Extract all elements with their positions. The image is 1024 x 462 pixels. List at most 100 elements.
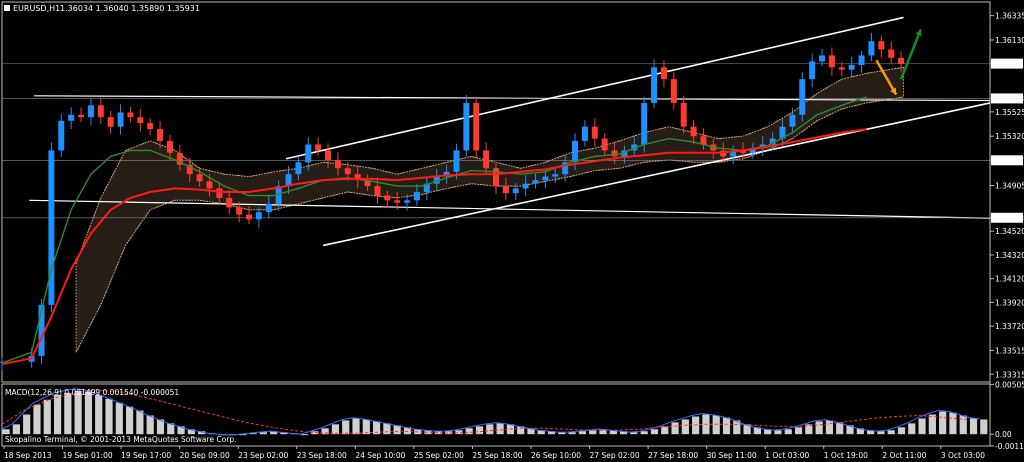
- candle-body: [413, 192, 420, 201]
- macd-histogram-bar: [136, 410, 144, 435]
- time-tick-label: 27 Sep 02:00: [590, 451, 640, 460]
- candle-body: [236, 207, 243, 215]
- candle-body: [315, 144, 322, 151]
- macd-histogram-bar: [784, 429, 792, 435]
- macd-histogram-bar: [486, 424, 494, 435]
- price-tag-label: 1.34633: [993, 214, 1024, 223]
- symbol-marker-icon: [4, 5, 10, 11]
- macd-histogram-bar: [300, 434, 309, 436]
- candle-body: [641, 102, 648, 145]
- macd-histogram-bar: [722, 417, 731, 435]
- macd-histogram-bar: [980, 419, 988, 435]
- candle-body: [690, 126, 697, 137]
- candle-body: [127, 112, 134, 118]
- time-tick-label: 1 Oct 19:00: [824, 451, 868, 460]
- macd-histogram-bar: [578, 431, 587, 435]
- macd-histogram-bar: [383, 423, 391, 435]
- candle-body: [898, 57, 905, 64]
- macd-histogram-bar: [681, 419, 689, 435]
- candle-body: [493, 168, 499, 187]
- candle-body: [147, 123, 154, 130]
- macd-tick-label: -0.001187: [995, 442, 1024, 451]
- candle-body: [87, 105, 94, 118]
- macd-histogram-bar: [74, 390, 82, 435]
- candle-body: [325, 150, 332, 160]
- time-tick-label: 19 Sep 01:00: [63, 451, 113, 460]
- macd-histogram-bar: [692, 416, 700, 435]
- candle-body: [295, 162, 302, 175]
- candle-body: [848, 64, 855, 70]
- macd-histogram-bar: [342, 420, 350, 435]
- macd-histogram-bar: [774, 430, 782, 435]
- candle-body: [651, 67, 658, 103]
- macd-histogram-bar: [825, 420, 834, 435]
- macd-histogram-bar: [877, 431, 885, 435]
- candle-body: [878, 41, 885, 50]
- candle-body: [246, 214, 252, 220]
- candle-body: [542, 176, 549, 181]
- macd-histogram-bar: [33, 404, 41, 435]
- macd-title: MACD(12,26,9) 0.001499 0.001540 -0.00005…: [5, 388, 179, 397]
- candle-body: [78, 114, 85, 118]
- macd-histogram-bar: [352, 418, 360, 435]
- macd-histogram-bar: [630, 432, 638, 435]
- price-tick-label: 1.36335: [995, 12, 1024, 21]
- candle-body: [344, 168, 351, 175]
- candle-body: [680, 102, 687, 127]
- horizontal-level-line: [29, 199, 991, 219]
- macd-histogram-bar: [115, 402, 123, 435]
- time-tick-label: 20 Sep 09:00: [180, 451, 230, 460]
- candle-body: [384, 195, 391, 201]
- candle-body: [799, 79, 806, 115]
- candle-body: [117, 112, 124, 127]
- price-tick-label: 1.33315: [995, 370, 1024, 379]
- candle-body: [394, 200, 401, 203]
- candle-body: [166, 140, 173, 153]
- candle-body: [522, 183, 529, 189]
- time-tick-label: 23 Sep 02:00: [238, 451, 288, 460]
- candle-body: [157, 129, 164, 141]
- time-tick-label: 2 Oct 11:00: [882, 451, 926, 460]
- macd-histogram-bar: [12, 424, 20, 435]
- candle-body: [483, 150, 490, 169]
- candle-body: [591, 126, 598, 139]
- macd-histogram-bar: [671, 422, 679, 435]
- macd-histogram-bar: [53, 394, 62, 435]
- candle-body: [97, 105, 104, 118]
- macd-histogram-bar: [897, 427, 906, 435]
- candle-body: [68, 114, 75, 121]
- candle-body: [334, 159, 341, 169]
- watermark-text: Skopalino Terminal, © 2001-2013 MetaQuot…: [5, 435, 237, 444]
- chart-canvas[interactable]: 1.36335 1.36130 1.35931 1.35638 1.35525 1.353…: [0, 0, 1024, 462]
- candle-body: [819, 55, 826, 62]
- price-tick-label: 1.36130: [995, 36, 1024, 45]
- macd-histogram-bar: [362, 419, 370, 435]
- time-tick-label: 1 Oct 03:00: [765, 451, 809, 460]
- price-tick-label: 1.34905: [995, 181, 1024, 190]
- time-tick-label: 26 Sep 10:00: [531, 451, 581, 460]
- candle-body: [48, 150, 55, 305]
- macd-histogram-bar: [908, 423, 916, 435]
- price-tick-label: 1.34520: [995, 227, 1024, 236]
- candle-body: [453, 150, 460, 172]
- candle-body: [809, 61, 816, 80]
- price-tick-label: 1.33720: [995, 322, 1024, 331]
- time-tick-label: 27 Sep 18:00: [648, 451, 698, 460]
- price-tick-label: 1.35525: [995, 108, 1024, 117]
- macd-tick-label: 0.005057: [995, 380, 1024, 389]
- macd-histogram-bar: [126, 406, 134, 435]
- price-tag-label: 1.35117: [993, 156, 1024, 165]
- candle-body: [789, 114, 796, 127]
- price-tag-label: 1.35638: [993, 94, 1024, 103]
- candle-body: [226, 197, 233, 208]
- up-arrow-line: [899, 28, 923, 80]
- macd-histogram-bar: [815, 421, 823, 435]
- candle-body: [888, 49, 895, 58]
- time-tick-label: 23 Sep 18:00: [297, 451, 347, 460]
- candle-body: [216, 188, 223, 198]
- time-tick-label: 25 Sep 18:00: [472, 451, 522, 460]
- candle-body: [265, 203, 272, 213]
- macd-histogram-bar: [23, 414, 31, 435]
- macd-histogram-bar: [959, 415, 967, 435]
- candle-body: [532, 180, 539, 184]
